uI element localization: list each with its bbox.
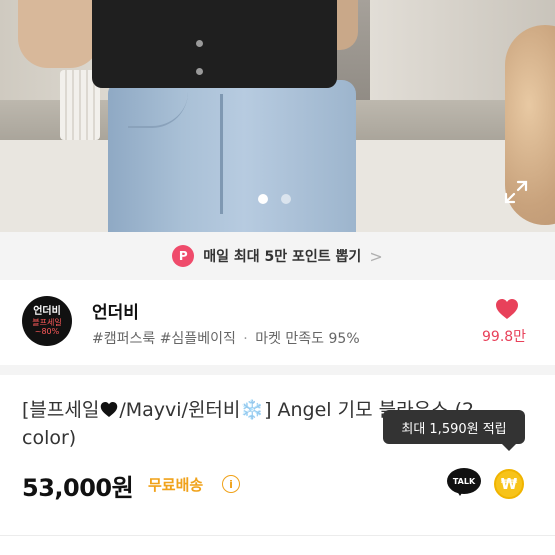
section-divider	[0, 365, 555, 375]
photo-jeans	[108, 80, 356, 232]
chevron-right-icon: >	[369, 246, 383, 266]
photo-arm-left	[18, 0, 100, 68]
snowflake-icon: ❄️	[240, 399, 265, 421]
tag-separator: ·	[243, 331, 248, 347]
points-tooltip: 최대 1,590원 적립	[383, 410, 525, 451]
shop-logo-discount: ~80%	[34, 326, 60, 336]
heart-icon[interactable]	[495, 298, 519, 320]
product-photo-carousel[interactable]	[0, 0, 555, 232]
shop-hashtags: #캠퍼스룩 #심플베이직	[92, 331, 236, 347]
photo-shirt	[92, 0, 337, 88]
photo-jeans-pocket	[128, 92, 188, 128]
expand-icon[interactable]	[502, 178, 530, 206]
carousel-dot[interactable]	[281, 194, 291, 204]
shop-logo-sale: 블프세일	[32, 317, 62, 327]
like-count: 99.8만	[482, 329, 527, 345]
photo-shirt-button	[196, 68, 203, 75]
free-shipping-label: 무료배송	[148, 476, 204, 494]
market-satisfaction: 마켓 만족도 95%	[255, 331, 360, 347]
black-heart-icon	[101, 402, 118, 417]
photo-jeans-fly	[220, 94, 223, 214]
title-text-part1: [블프세일	[22, 399, 100, 421]
shop-logo[interactable]: 언더비 블프세일 ~80%	[22, 296, 72, 346]
info-icon[interactable]: i	[222, 475, 240, 493]
talk-chat-button[interactable]: TALK	[447, 468, 481, 498]
product-price: 53,000원	[22, 474, 134, 502]
talk-icon-tail	[455, 488, 465, 496]
bottom-divider	[0, 535, 555, 536]
points-won-button[interactable]: ₩	[494, 469, 524, 499]
point-badge-icon: P	[172, 245, 195, 267]
shop-logo-name: 언더비	[33, 306, 61, 318]
carousel-dots	[258, 194, 291, 204]
shop-row[interactable]: 언더비 블프세일 ~80% 언더비 #캠퍼스룩 #심플베이직 · 마켓 만족도 …	[0, 280, 555, 365]
shop-tags: #캠퍼스룩 #심플베이직 · 마켓 만족도 95%	[92, 328, 360, 348]
point-event-banner[interactable]: P 매일 최대 5만 포인트 뽑기 >	[0, 232, 555, 280]
product-page: P 매일 최대 5만 포인트 뽑기 > 언더비 블프세일 ~80% 언더비 #캠…	[0, 0, 555, 555]
title-text-part2: /Mayvi/윈터비	[119, 399, 241, 421]
shop-name[interactable]: 언더비	[92, 298, 139, 323]
photo-shirt-button	[196, 40, 203, 47]
point-event-text: 매일 최대 5만 포인트 뽑기	[203, 249, 362, 265]
carousel-dot-active[interactable]	[258, 194, 268, 204]
